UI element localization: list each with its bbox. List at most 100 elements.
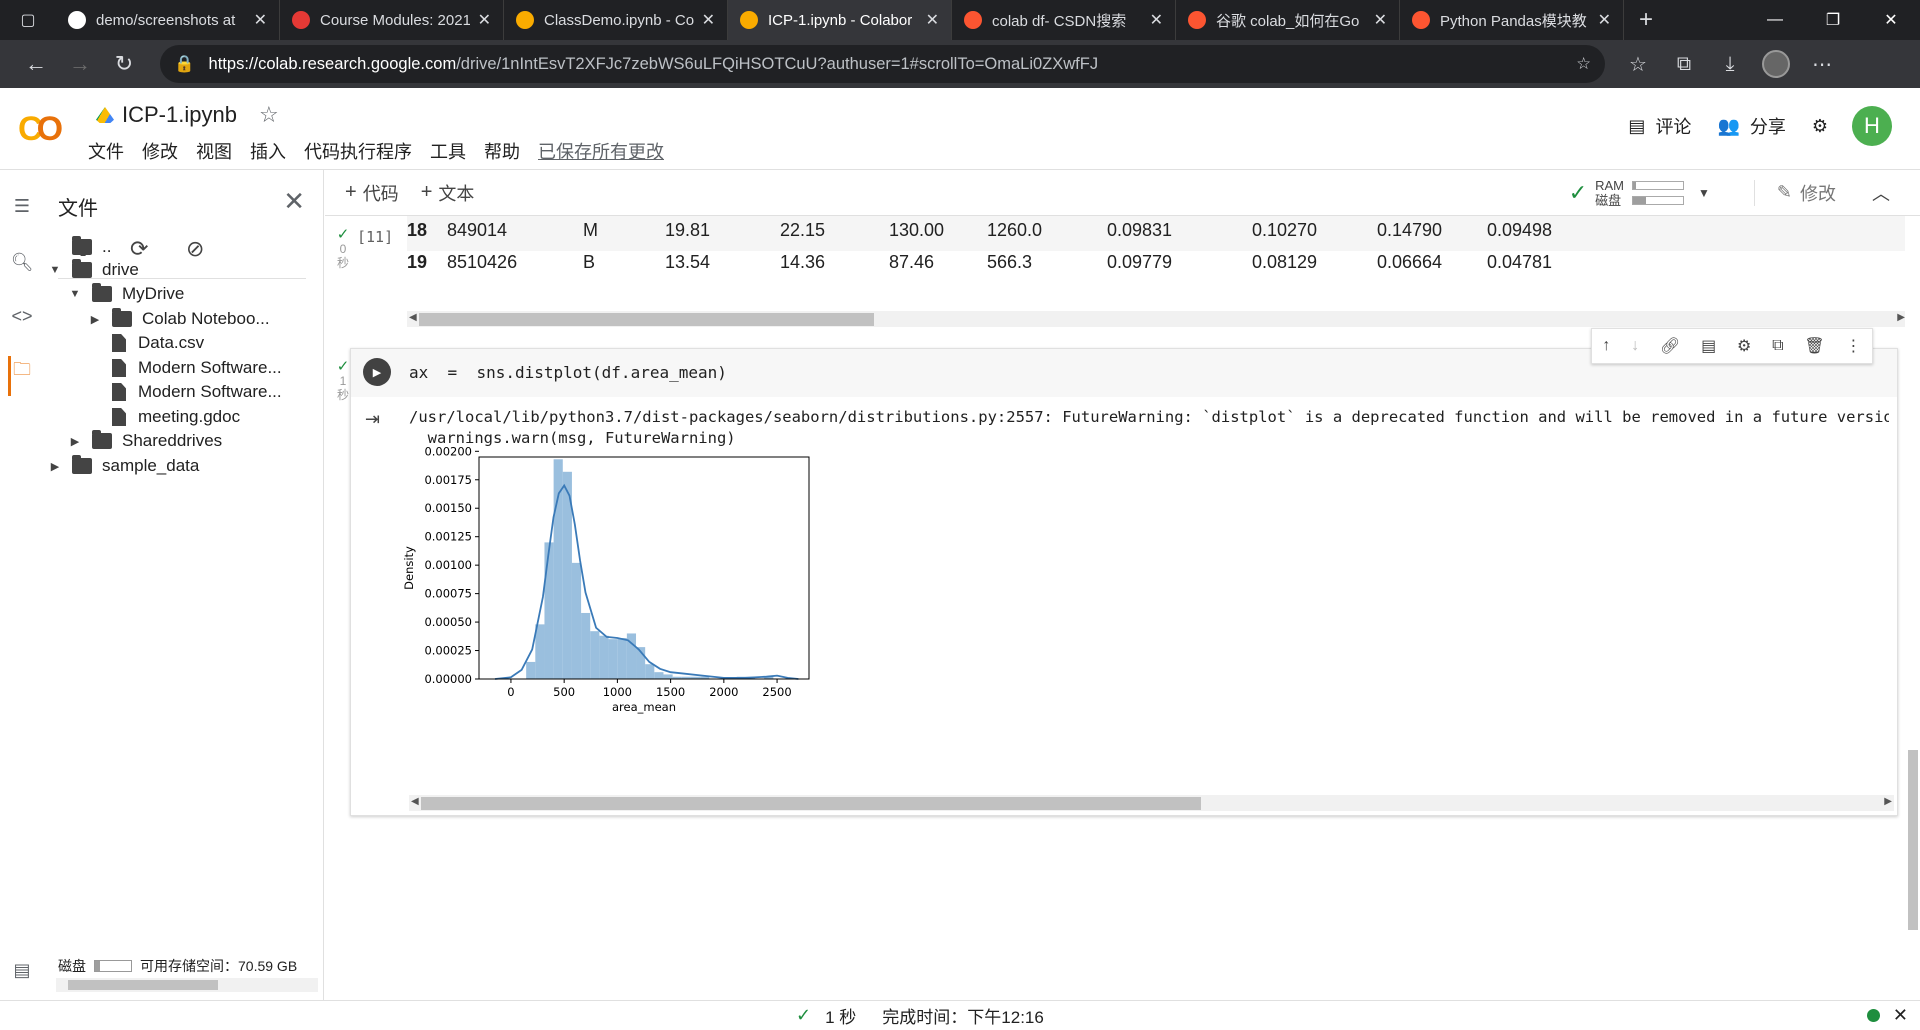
tree-item-label: Colab Noteboo... (142, 309, 270, 328)
menu-insert[interactable]: 插入 (250, 138, 286, 164)
folder-item[interactable]: ▼ MyDrive (68, 280, 184, 308)
comment-label: 评论 (1655, 117, 1692, 137)
code-snippets-icon[interactable]: <> (0, 294, 44, 338)
output-scrollbar[interactable]: ◀ ▶ (409, 795, 1894, 811)
forward-icon[interactable]: → (58, 44, 102, 84)
minimize-icon[interactable]: — (1746, 0, 1804, 40)
terminal-icon[interactable]: ▤ (0, 948, 44, 992)
collapse-header-icon[interactable]: ︿ (1872, 180, 1890, 206)
close-icon[interactable]: ✕ (1893, 1005, 1908, 1026)
tab-title: colab df- CSDN搜索 (992, 12, 1127, 30)
tab-actions-icon[interactable]: ▢ (0, 0, 56, 40)
close-tab-icon[interactable]: ✕ (478, 10, 491, 30)
close-tab-icon[interactable]: ✕ (1374, 10, 1387, 30)
star-icon[interactable]: ☆ (259, 102, 279, 128)
status-bar: ✓ 1 秒 完成时间：下午12:16 ✕ (0, 1000, 1920, 1030)
histogram-bar (590, 631, 600, 679)
menu-file[interactable]: 文件 (88, 138, 124, 164)
saved-status[interactable]: 已保存所有更改 (538, 138, 664, 164)
pencil-icon: ✎ (1776, 182, 1792, 202)
resource-monitor[interactable]: ✓ RAM 磁盘 ▼ (1569, 178, 1710, 208)
y-tick-label: 0.00075 (424, 587, 472, 601)
table-cell: B (583, 252, 596, 272)
search-icon[interactable]: 🔍︎ (0, 240, 44, 284)
chevron-right-icon[interactable]: ▶ (48, 460, 62, 473)
move-down-icon[interactable]: ↓ (1631, 337, 1639, 355)
tree-item-label: Shareddrives (122, 431, 223, 450)
x-tick-label: 1000 (603, 685, 632, 699)
code-cell-11[interactable]: ✓ 0 秒 [11] 18 849014 M 19.81 22.15 130.00 1260… (325, 216, 1905, 331)
back-icon[interactable]: ← (14, 44, 58, 84)
output-icon[interactable]: ⇥ (365, 409, 380, 430)
edit-button[interactable]: ✎ 修改 (1753, 179, 1836, 206)
close-tab-icon[interactable]: ✕ (1598, 10, 1611, 30)
browser-tab[interactable]: colab df- CSDN搜索 ✕ (952, 0, 1176, 40)
add-text-button[interactable]: + 文本 (421, 180, 475, 206)
close-tab-icon[interactable]: ✕ (1150, 10, 1163, 30)
code-line[interactable]: ax = sns.distplot(df.area_mean) (409, 363, 727, 382)
file-item[interactable]: Modern Software... (88, 378, 282, 406)
gear-icon[interactable]: ⚙ (1737, 336, 1751, 356)
close-tab-icon[interactable]: ✕ (702, 10, 715, 30)
ram-meter (1632, 180, 1685, 190)
more-menu-icon[interactable]: ⋯ (1799, 44, 1845, 84)
url-field[interactable]: 🔒 https://colab.research.google.com /dri… (160, 45, 1605, 83)
chevron-down-icon[interactable]: ▼ (48, 264, 62, 276)
unmount-drive-icon[interactable]: ⊘ (186, 236, 242, 262)
close-icon[interactable]: ✕ (283, 186, 305, 217)
delete-icon[interactable]: 🗑︎ (1804, 336, 1824, 356)
chevron-down-icon[interactable]: ▼ (68, 288, 82, 300)
notebook-scrollbar[interactable] (1905, 216, 1920, 1000)
favorites-icon[interactable]: ☆ (1615, 44, 1661, 84)
browser-tab[interactable]: demo/screenshots at ✕ (56, 0, 280, 40)
collections-icon[interactable]: ⧉ (1661, 44, 1707, 84)
menu-runtime[interactable]: 代码执行程序 (304, 138, 412, 164)
restore-icon[interactable]: ❐ (1804, 0, 1862, 40)
chevron-right-icon[interactable]: ▶ (88, 313, 102, 326)
more-vert-icon[interactable]: ⋮ (1846, 336, 1862, 356)
run-cell-button[interactable]: ▶ (363, 358, 391, 386)
settings-button[interactable]: ⚙ (1812, 116, 1828, 137)
browser-tab[interactable]: Python Pandas模块教 ✕ (1400, 0, 1624, 40)
table-of-contents-icon[interactable]: ☰ (0, 184, 44, 228)
file-panel-scrollbar[interactable] (56, 978, 318, 992)
folder-item[interactable]: ▶ Shareddrives (68, 427, 222, 455)
dropdown-icon[interactable]: ▼ (1698, 186, 1710, 200)
profile-avatar[interactable] (1753, 44, 1799, 84)
output-scrollbar[interactable]: ◀ ▶ (407, 311, 1905, 327)
colab-logo[interactable]: CO (18, 110, 63, 149)
code-cell-distplot[interactable]: ▶ ax = sns.distplot(df.area_mean) ⇥ /usr… (350, 348, 1898, 816)
comment-button[interactable]: ▤ 评论 (1628, 113, 1691, 139)
notebook-title[interactable]: ICP-1.ipynb (122, 102, 237, 128)
menu-help[interactable]: 帮助 (484, 138, 520, 164)
comment-icon[interactable]: ▤ (1701, 336, 1716, 356)
files-icon[interactable]: 🗀 (0, 350, 44, 396)
new-tab-button[interactable]: + (1624, 0, 1668, 40)
add-favorite-icon[interactable]: ☆ (1576, 54, 1591, 74)
downloads-icon[interactable]: ⤓ (1707, 44, 1753, 84)
reload-icon[interactable]: ↻ (102, 44, 146, 84)
connected-indicator (1867, 1009, 1880, 1022)
file-icon (112, 334, 126, 352)
browser-tab[interactable]: ICP-1.ipynb - Colabor ✕ (728, 0, 952, 40)
menu-view[interactable]: 视图 (196, 138, 232, 164)
share-button[interactable]: 👥 分享 (1717, 113, 1785, 139)
table-cell: 8510426 (447, 252, 518, 272)
menu-tools[interactable]: 工具 (430, 138, 466, 164)
move-up-icon[interactable]: ↑ (1602, 337, 1610, 355)
close-tab-icon[interactable]: ✕ (926, 10, 939, 30)
folder-item[interactable]: ▶ sample_data (48, 452, 199, 480)
add-code-button[interactable]: + 代码 (345, 180, 399, 206)
left-rail: ☰ 🔍︎ <> 🗀 ▤ (0, 170, 44, 1000)
mirror-cell-icon[interactable]: ⧉ (1772, 337, 1783, 355)
file-item[interactable]: Data.csv (88, 329, 204, 357)
menu-edit[interactable]: 修改 (142, 138, 178, 164)
close-window-icon[interactable]: ✕ (1862, 0, 1920, 40)
chevron-right-icon[interactable]: ▶ (68, 435, 82, 448)
browser-tab[interactable]: ClassDemo.ipynb - Co ✕ (504, 0, 728, 40)
link-icon[interactable]: 🔗︎ (1660, 336, 1680, 356)
close-tab-icon[interactable]: ✕ (254, 10, 267, 30)
user-avatar[interactable]: H (1852, 106, 1892, 146)
browser-tab[interactable]: Course Modules: 2021 ✕ (280, 0, 504, 40)
browser-tab[interactable]: 谷歌 colab_如何在Go ✕ (1176, 0, 1400, 40)
